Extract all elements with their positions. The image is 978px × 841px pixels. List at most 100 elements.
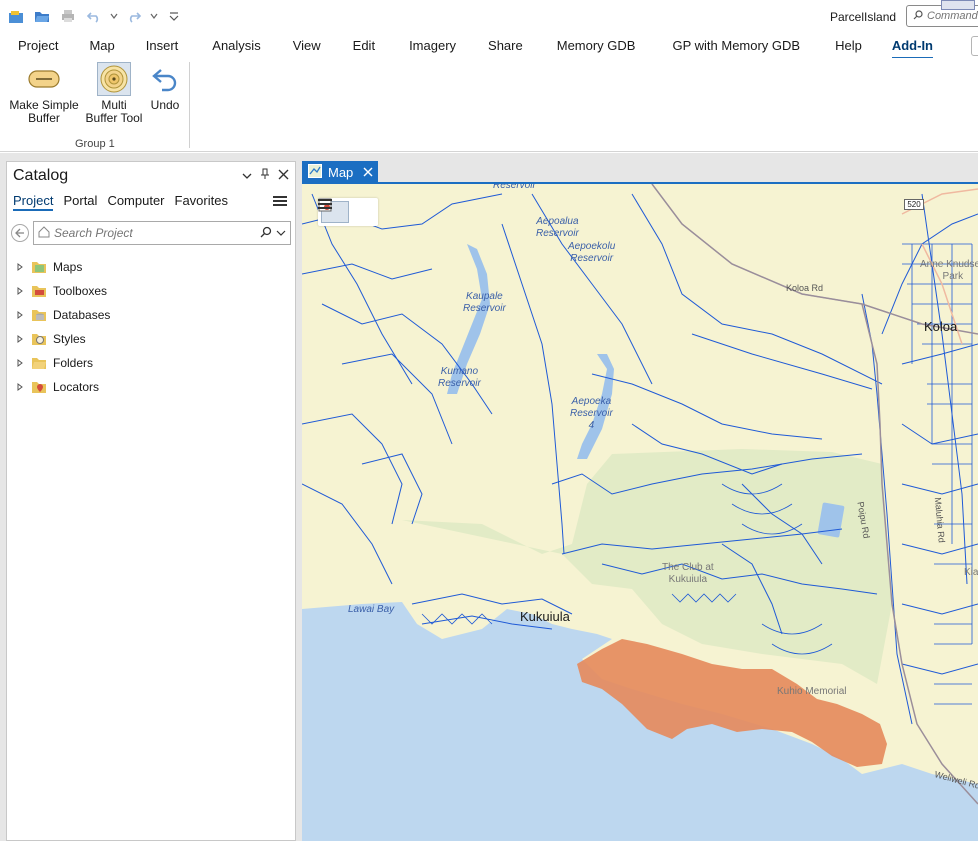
map-label-reservoir: Reservoir bbox=[493, 182, 536, 191]
chevron-down-icon[interactable] bbox=[276, 226, 286, 240]
window-minimize-handle[interactable] bbox=[941, 0, 975, 10]
map-view[interactable]: Reservoir Aepoalua Reservoir Aepoekolu R… bbox=[302, 182, 978, 841]
tree-item-maps[interactable]: Maps bbox=[17, 255, 110, 279]
map-label-aepoeka: Aepoeka Reservoir 4 bbox=[570, 396, 613, 431]
toolboxes-icon bbox=[31, 284, 47, 298]
tab-analysis[interactable]: Analysis bbox=[212, 35, 260, 57]
search-icon bbox=[913, 9, 923, 23]
new-project-icon[interactable] bbox=[6, 6, 26, 26]
map-label-koloa-rd: Koloa Rd bbox=[786, 283, 824, 293]
multi-buffer-tool-button[interactable]: Multi Buffer Tool bbox=[84, 62, 144, 125]
catalog-pane: Catalog Project Portal Computer Favorite… bbox=[6, 161, 296, 841]
expand-icon[interactable] bbox=[17, 383, 25, 391]
map-label-lawai-bay: Lawai Bay bbox=[348, 604, 395, 615]
catalog-tabs: Project Portal Computer Favorites bbox=[13, 193, 228, 211]
map-tab-label: Map bbox=[328, 164, 354, 180]
tab-edit[interactable]: Edit bbox=[353, 35, 375, 57]
maps-folder-icon bbox=[31, 260, 47, 274]
tab-gp-memory-gdb[interactable]: GP with Memory GDB bbox=[672, 35, 800, 57]
group-divider bbox=[189, 62, 190, 148]
catalog-pane-controls bbox=[242, 168, 289, 183]
expand-icon[interactable] bbox=[17, 335, 25, 343]
map-label-club-at-kukuiula: The Club at Kukuiula bbox=[662, 562, 714, 585]
map-label-kaupale: Kaupale Reservoir bbox=[463, 291, 506, 314]
undo-label: Undo bbox=[150, 98, 180, 112]
catalog-tab-favorites[interactable]: Favorites bbox=[175, 193, 228, 211]
undo-button[interactable]: Undo bbox=[146, 62, 184, 112]
open-project-icon[interactable] bbox=[32, 6, 52, 26]
map-canvas[interactable] bbox=[302, 184, 978, 841]
tab-help[interactable]: Help bbox=[835, 35, 862, 57]
tab-memory-gdb[interactable]: Memory GDB bbox=[557, 35, 636, 57]
search-icon[interactable] bbox=[260, 226, 272, 241]
ribbon-tabs: Project Map Insert Analysis View Edit Im… bbox=[0, 34, 978, 59]
tree-item-label: Styles bbox=[53, 332, 86, 346]
tree-item-databases[interactable]: Databases bbox=[17, 303, 110, 327]
tab-view[interactable]: View bbox=[293, 35, 321, 57]
tab-imagery[interactable]: Imagery bbox=[409, 35, 456, 57]
back-arrow-icon[interactable] bbox=[11, 224, 29, 242]
expand-icon[interactable] bbox=[17, 359, 25, 367]
title-bar: ParcelIsland bbox=[0, 0, 978, 32]
customize-icon[interactable] bbox=[164, 6, 184, 26]
tree-item-toolboxes[interactable]: Toolboxes bbox=[17, 279, 110, 303]
ribbon: Make Simple Buffer Multi Buffer Tool Und… bbox=[0, 58, 978, 152]
tab-insert[interactable]: Insert bbox=[146, 35, 179, 57]
make-simple-buffer-button[interactable]: Make Simple Buffer bbox=[8, 62, 80, 125]
styles-icon bbox=[31, 332, 47, 346]
multi-buffer-icon bbox=[97, 62, 131, 96]
map-label-anne-knudsen-park: Anne Knudsen Park bbox=[920, 259, 978, 282]
close-icon[interactable] bbox=[278, 169, 289, 183]
map-label-kuhio-memorial: Kuhio Memorial bbox=[777, 686, 847, 697]
quick-access-toolbar bbox=[6, 6, 184, 26]
expand-icon[interactable] bbox=[17, 287, 25, 295]
tree-item-label: Locators bbox=[53, 380, 100, 394]
map-label-koloa: Koloa bbox=[924, 319, 958, 334]
close-icon[interactable] bbox=[363, 165, 373, 180]
catalog-tab-computer[interactable]: Computer bbox=[107, 193, 164, 211]
expand-icon[interactable] bbox=[17, 311, 25, 319]
project-name: ParcelIsland bbox=[830, 10, 897, 24]
undo-icon bbox=[148, 62, 182, 96]
tab-map[interactable]: Map bbox=[89, 35, 114, 57]
map-tab-bar: Map bbox=[302, 159, 978, 183]
simple-buffer-icon bbox=[27, 62, 61, 96]
tree-item-folders[interactable]: Folders bbox=[17, 351, 110, 375]
map-label-kumano: Kumano Reservoir bbox=[438, 366, 481, 389]
catalog-tab-portal[interactable]: Portal bbox=[63, 193, 97, 211]
tab-map-view[interactable]: Map bbox=[302, 161, 378, 183]
undo-icon[interactable] bbox=[84, 6, 104, 26]
tree-item-label: Folders bbox=[53, 356, 94, 370]
route-shield-icon: 520 bbox=[904, 199, 924, 210]
hamburger-menu-icon[interactable] bbox=[273, 195, 287, 210]
group-label: Group 1 bbox=[75, 138, 115, 150]
map-icon bbox=[308, 163, 322, 181]
locators-icon bbox=[31, 380, 47, 394]
chevron-down-icon[interactable] bbox=[150, 6, 158, 26]
catalog-tab-project[interactable]: Project bbox=[13, 193, 54, 211]
tree-item-locators[interactable]: Locators bbox=[17, 375, 110, 399]
tab-add-in[interactable]: Add-In bbox=[891, 35, 934, 59]
expand-icon[interactable] bbox=[17, 263, 25, 271]
chevron-down-icon[interactable] bbox=[242, 169, 252, 183]
folders-icon bbox=[31, 356, 47, 370]
chevron-down-icon[interactable] bbox=[110, 6, 118, 26]
catalog-search[interactable] bbox=[33, 221, 291, 245]
multi-buffer-label-2: Buffer Tool bbox=[85, 111, 143, 125]
redo-icon[interactable] bbox=[124, 6, 144, 26]
map-label-aepoalua: Aepoalua Reservoir bbox=[536, 216, 579, 239]
tree-item-label: Databases bbox=[53, 308, 111, 322]
databases-icon bbox=[31, 308, 47, 322]
pin-icon[interactable] bbox=[260, 168, 270, 183]
ribbon-overflow[interactable] bbox=[971, 36, 978, 56]
tab-share[interactable]: Share bbox=[488, 35, 523, 57]
catalog-search-input[interactable] bbox=[54, 226, 256, 240]
print-icon[interactable] bbox=[58, 6, 78, 26]
tab-project[interactable]: Project bbox=[18, 35, 58, 57]
home-icon[interactable] bbox=[38, 225, 50, 241]
tree-item-styles[interactable]: Styles bbox=[17, 327, 110, 351]
catalog-tree: Maps Toolboxes Databases Styles Folders … bbox=[17, 255, 110, 399]
map-tools bbox=[318, 198, 378, 226]
catalog-search-row bbox=[11, 221, 291, 245]
command-search-input[interactable] bbox=[927, 10, 978, 22]
